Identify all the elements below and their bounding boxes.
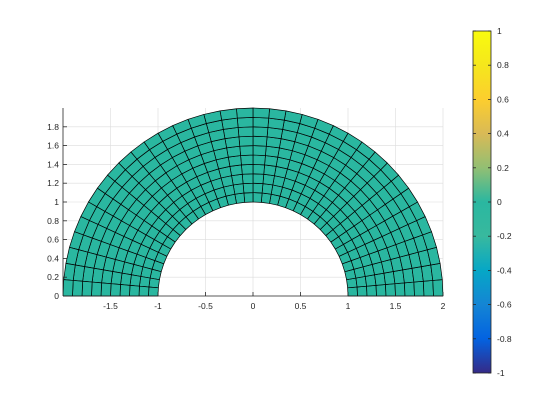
mesh-cell (374, 272, 386, 286)
colorbar-tick-label: -0.6 (497, 300, 512, 310)
colorbar-tick-label: 0.6 (497, 94, 509, 104)
mesh-cell (252, 173, 265, 184)
mesh-cell (261, 183, 274, 195)
mesh-cell (138, 285, 150, 297)
colorbar-tick-label: -1 (497, 368, 505, 378)
y-tick-label: 1.6 (47, 141, 59, 151)
mesh-cell (239, 145, 254, 156)
mesh-cell (252, 126, 269, 138)
mesh-cell (72, 280, 84, 297)
mesh-cell (231, 173, 244, 186)
mesh-cell (404, 281, 415, 297)
mesh-cell (260, 192, 272, 204)
colorbar: -1 -0.8 -0.6 -0.4 -0.2 0 0.2 0.4 0.6 0.8 1 (472, 26, 512, 378)
colorbar-tick-label: 0 (497, 197, 502, 207)
mesh-cell (364, 274, 377, 287)
mesh-cell (91, 281, 102, 297)
mesh-cell (120, 272, 132, 286)
mesh-cell (243, 192, 254, 203)
x-tick-label: 1.5 (390, 301, 402, 311)
y-tick-label: 0.6 (47, 235, 59, 245)
mesh-cell (423, 280, 434, 297)
y-tick-label: 1 (54, 197, 59, 207)
mesh-cell (366, 285, 377, 297)
mesh-cell (375, 284, 387, 297)
mesh-cell (63, 279, 74, 297)
mesh-cell (413, 280, 425, 297)
mesh-cell (241, 164, 254, 175)
x-tick-label: 2 (441, 301, 446, 311)
mesh-cell (219, 108, 238, 121)
colorbar-tick-label: -0.2 (497, 231, 512, 241)
mesh-cell (432, 279, 444, 297)
mesh-cell (394, 282, 406, 297)
y-tick-label: 0.2 (47, 272, 59, 282)
colorbar-tick-label: 0.4 (497, 129, 509, 139)
mesh-cell (148, 286, 159, 297)
mesh-cell (139, 276, 151, 288)
y-tick-label: 0 (54, 291, 59, 301)
x-tick-label: 0 (251, 301, 256, 311)
mesh-cell (242, 182, 254, 194)
x-tick-label: -0.5 (198, 301, 213, 311)
mesh-cell (129, 274, 142, 287)
colorbar-tick-label: -0.8 (497, 334, 512, 344)
mesh-cell (252, 107, 270, 119)
mesh-cell (252, 154, 266, 166)
colorbar-tick-label: 0.2 (497, 163, 509, 173)
y-tick-label: 0.8 (47, 216, 59, 226)
colorbar-tick-label: 1 (497, 26, 502, 36)
mesh-cell (148, 277, 160, 289)
figure: -1.5 -1 -0.5 0 0.5 1 1.5 2 0 0.2 0.4 0.6 0.8 1 1.2 1.4… (47, 26, 512, 378)
mesh-cell (252, 164, 265, 175)
mesh-cell (236, 117, 254, 128)
mesh-cell (252, 182, 264, 194)
mesh-cell (63, 263, 76, 281)
x-tick-label: 1 (346, 301, 351, 311)
colorbar-tick-label: -0.4 (497, 265, 512, 275)
y-tick-label: 1.8 (47, 122, 59, 132)
mesh-cell (236, 107, 254, 119)
mesh-cell (241, 173, 254, 184)
mesh-cell (129, 285, 140, 297)
mesh-cell (430, 263, 443, 281)
mesh-cell (237, 126, 254, 138)
x-tick-label: -1.5 (103, 301, 118, 311)
mesh-cell (385, 283, 396, 297)
mesh-cell (262, 173, 275, 186)
mesh-cell (238, 135, 254, 147)
mesh-cell (252, 145, 267, 156)
y-tick-label: 0.4 (47, 253, 59, 263)
x-tick-label: -1 (154, 301, 162, 311)
mesh-cell (81, 280, 93, 297)
mesh-cell (268, 108, 287, 121)
x-tick-label: 0.5 (295, 301, 307, 311)
mesh-cell (252, 117, 270, 128)
y-tick-label: 1.2 (47, 178, 59, 188)
mesh-cell (252, 192, 263, 203)
mesh-cell (347, 286, 358, 297)
mesh-cell (240, 154, 254, 166)
colorbar-tick-label: 0.8 (497, 60, 509, 70)
mesh-cell (252, 135, 268, 147)
mesh-cell (100, 282, 112, 297)
y-tick-label: 1.4 (47, 159, 59, 169)
mesh-cell (119, 284, 131, 297)
mesh-cell (110, 283, 121, 297)
y-axis-ticks: 0 0.2 0.4 0.6 0.8 1 1.2 1.4 1.6 1.8 (47, 122, 67, 301)
mesh-cell (263, 164, 277, 177)
mesh-cell (356, 285, 368, 297)
mesh-cell (229, 164, 243, 177)
